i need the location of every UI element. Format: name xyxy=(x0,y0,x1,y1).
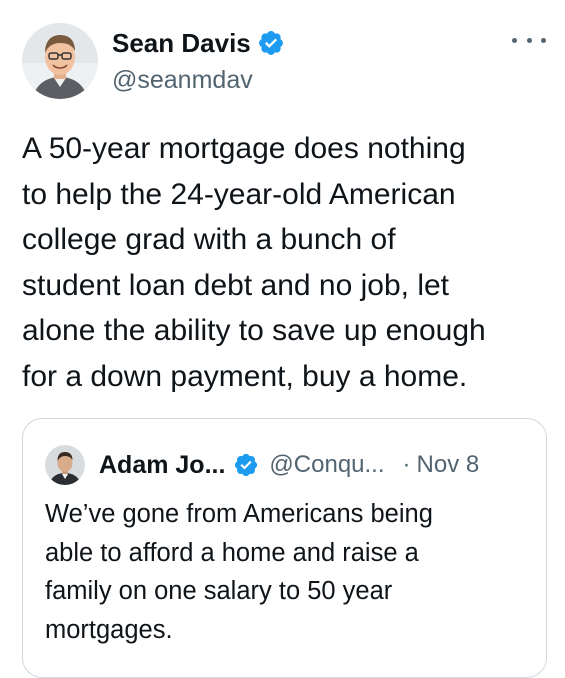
author-display-name[interactable]: Sean Davis xyxy=(112,28,251,59)
quoted-text-line: mortgages. xyxy=(45,615,173,644)
person-avatar-icon xyxy=(22,23,98,99)
verified-badge-icon[interactable] xyxy=(257,29,285,57)
author-name-row: Sean Davis xyxy=(112,26,285,60)
tweet-text-line: A 50-year mortgage does nothing xyxy=(22,132,466,165)
tweet-text: A 50-year mortgage does nothing to help … xyxy=(22,126,552,399)
quoted-author-avatar[interactable] xyxy=(45,445,85,485)
verified-badge-icon[interactable] xyxy=(233,452,259,478)
tweet-text-line: to help the 24-year-old American xyxy=(22,177,456,211)
separator-dot: · xyxy=(402,451,411,478)
quoted-tweet[interactable]: Adam Jo... @Conqu... · Nov 8 We’ve gone … xyxy=(22,418,547,678)
quoted-text-line: able to afford a home and raise a xyxy=(45,538,419,567)
quoted-display-name[interactable]: Adam Jo... xyxy=(99,451,225,480)
quoted-text-line: We’ve gone from Americans being xyxy=(45,500,433,528)
author-handle[interactable]: @seanmdav xyxy=(112,66,253,95)
author-avatar[interactable] xyxy=(22,23,98,99)
quoted-date[interactable]: Nov 8 xyxy=(417,451,480,479)
more-dot xyxy=(541,37,546,43)
person-avatar-icon xyxy=(45,445,85,485)
quoted-text: We’ve gone from Americans being able to … xyxy=(45,495,535,649)
more-options-button[interactable] xyxy=(512,30,546,50)
tweet-text-line: student loan debt and no job, let xyxy=(22,268,450,302)
tweet-text-line: for a down payment, buy a home. xyxy=(22,359,468,393)
more-dot xyxy=(526,37,532,43)
quoted-handle[interactable]: @Conqu... xyxy=(269,451,384,479)
tweet-text-line: alone the ability to save up enough xyxy=(22,314,486,347)
more-horizontal-icon xyxy=(512,37,517,43)
quoted-header: Adam Jo... @Conqu... · Nov 8 xyxy=(99,447,479,483)
tweet-text-line: college grad with a bunch of xyxy=(22,223,396,256)
tweet: Sean Davis @seanmdav A 50-year mortgage … xyxy=(0,0,565,678)
quoted-text-line: family on one salary to 50 year xyxy=(45,577,393,605)
